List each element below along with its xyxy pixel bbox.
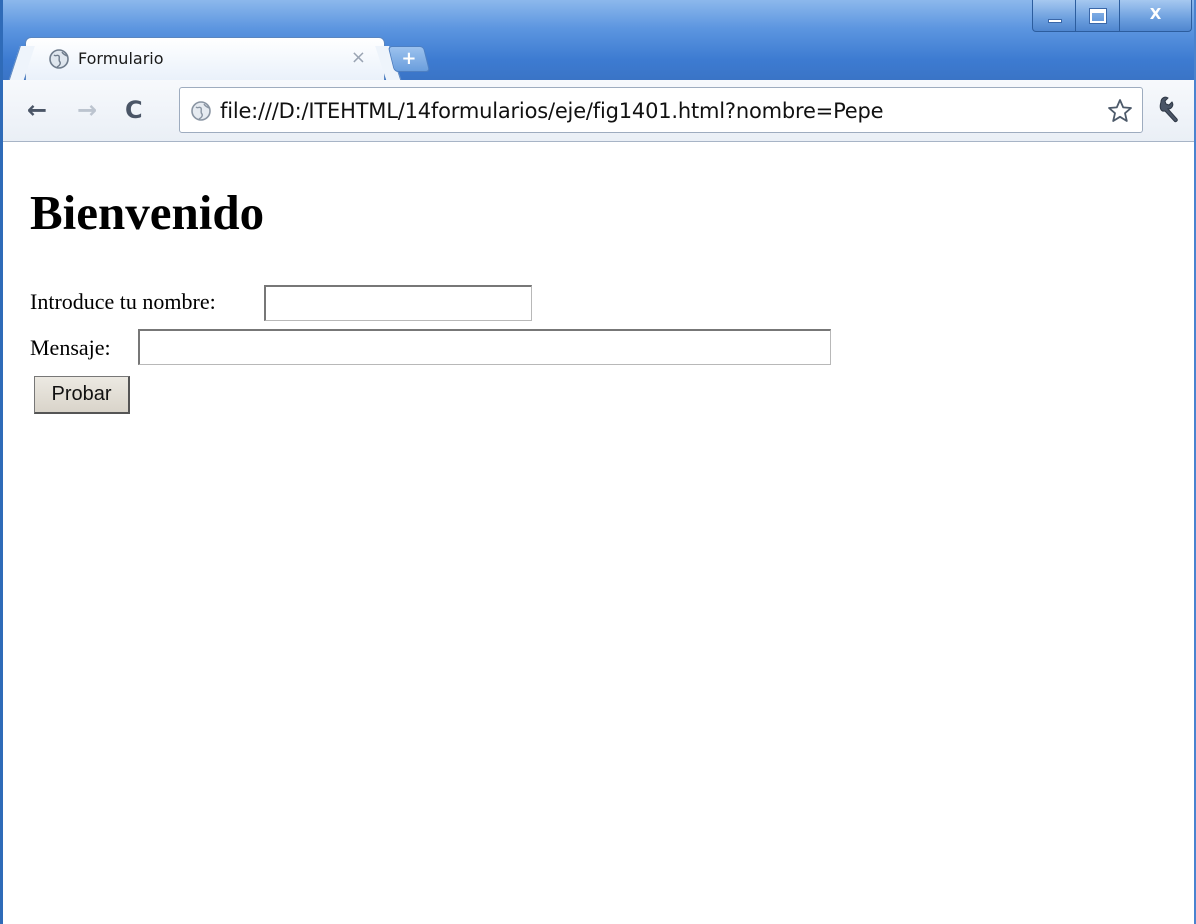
close-window-button[interactable]: X bbox=[1120, 0, 1192, 32]
probar-button[interactable]: Probar bbox=[34, 376, 130, 414]
star-icon[interactable] bbox=[1106, 97, 1134, 125]
address-bar[interactable]: file:///D:/ITEHTML/14formularios/eje/fig… bbox=[179, 87, 1143, 133]
browser-toolbar: ← → C file:///D:/ITEHTML/14formularios/e… bbox=[3, 80, 1194, 142]
browser-window: Formulario × + X ← → C file:///D:/ITEHTM… bbox=[0, 0, 1196, 924]
back-arrow-icon[interactable]: ← bbox=[27, 98, 47, 122]
globe-icon bbox=[49, 49, 69, 69]
url-text[interactable]: file:///D:/ITEHTML/14formularios/eje/fig… bbox=[220, 99, 884, 123]
page-content: Bienvenido Introduce tu nombre: Mensaje:… bbox=[3, 143, 1194, 924]
page-heading: Bienvenido bbox=[30, 185, 265, 240]
tab-strip: Formulario × + X bbox=[3, 0, 1194, 80]
minimize-button[interactable] bbox=[1032, 0, 1076, 32]
forward-arrow-icon[interactable]: → bbox=[77, 98, 97, 122]
nombre-label: Introduce tu nombre: bbox=[30, 289, 216, 314]
maximize-button[interactable] bbox=[1076, 0, 1120, 32]
nombre-input[interactable] bbox=[264, 285, 532, 321]
tab-title: Formulario bbox=[78, 49, 164, 68]
close-tab-icon[interactable]: × bbox=[351, 47, 366, 68]
maximize-icon bbox=[1089, 8, 1107, 24]
plus-icon: + bbox=[401, 48, 417, 69]
wrench-icon[interactable] bbox=[1155, 94, 1185, 124]
reload-icon[interactable]: C bbox=[125, 98, 143, 122]
close-icon: X bbox=[1149, 5, 1162, 23]
minimize-icon bbox=[1048, 19, 1062, 23]
globe-icon bbox=[191, 101, 211, 121]
window-controls: X bbox=[1032, 0, 1192, 32]
mensaje-label: Mensaje: bbox=[30, 335, 111, 360]
tab-formulario[interactable]: Formulario × bbox=[25, 37, 385, 80]
mensaje-input[interactable] bbox=[138, 329, 831, 365]
new-tab-button[interactable]: + bbox=[387, 46, 431, 72]
